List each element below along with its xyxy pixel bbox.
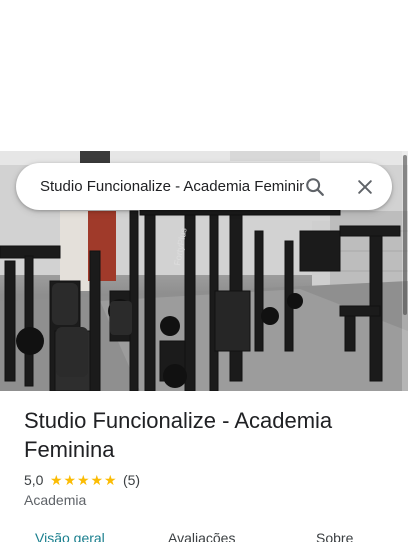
star-icon: ★ xyxy=(63,472,76,488)
place-tabs: Visão geral Avaliações Sobre xyxy=(0,527,408,542)
place-category[interactable]: Academia xyxy=(24,492,86,508)
rating-stars-icon: ★ ★ ★ ★ ★ xyxy=(49,473,117,487)
search-bar[interactable] xyxy=(16,163,392,210)
search-input[interactable] xyxy=(40,175,304,197)
search-icon[interactable] xyxy=(301,173,329,201)
tab-reviews[interactable]: Avaliações xyxy=(168,530,235,542)
tab-overview[interactable]: Visão geral xyxy=(35,530,105,542)
tab-about[interactable]: Sobre xyxy=(316,530,353,542)
place-title: Studio Funcionalize - Academia Feminina xyxy=(24,408,333,462)
star-icon: ★ xyxy=(76,472,90,488)
star-icon: ★ xyxy=(49,472,63,488)
photo-scrollbar[interactable] xyxy=(402,151,408,391)
star-icon: ★ xyxy=(90,472,103,488)
rating-row[interactable]: 5,0 ★ ★ ★ ★ ★ (5) xyxy=(24,471,140,489)
review-count[interactable]: (5) xyxy=(123,472,140,488)
star-icon: ★ xyxy=(103,472,117,488)
photo-scroll-thumb[interactable] xyxy=(403,155,407,315)
rating-value: 5,0 xyxy=(24,472,44,488)
map-blank-area xyxy=(0,0,408,151)
close-icon[interactable] xyxy=(351,173,379,201)
